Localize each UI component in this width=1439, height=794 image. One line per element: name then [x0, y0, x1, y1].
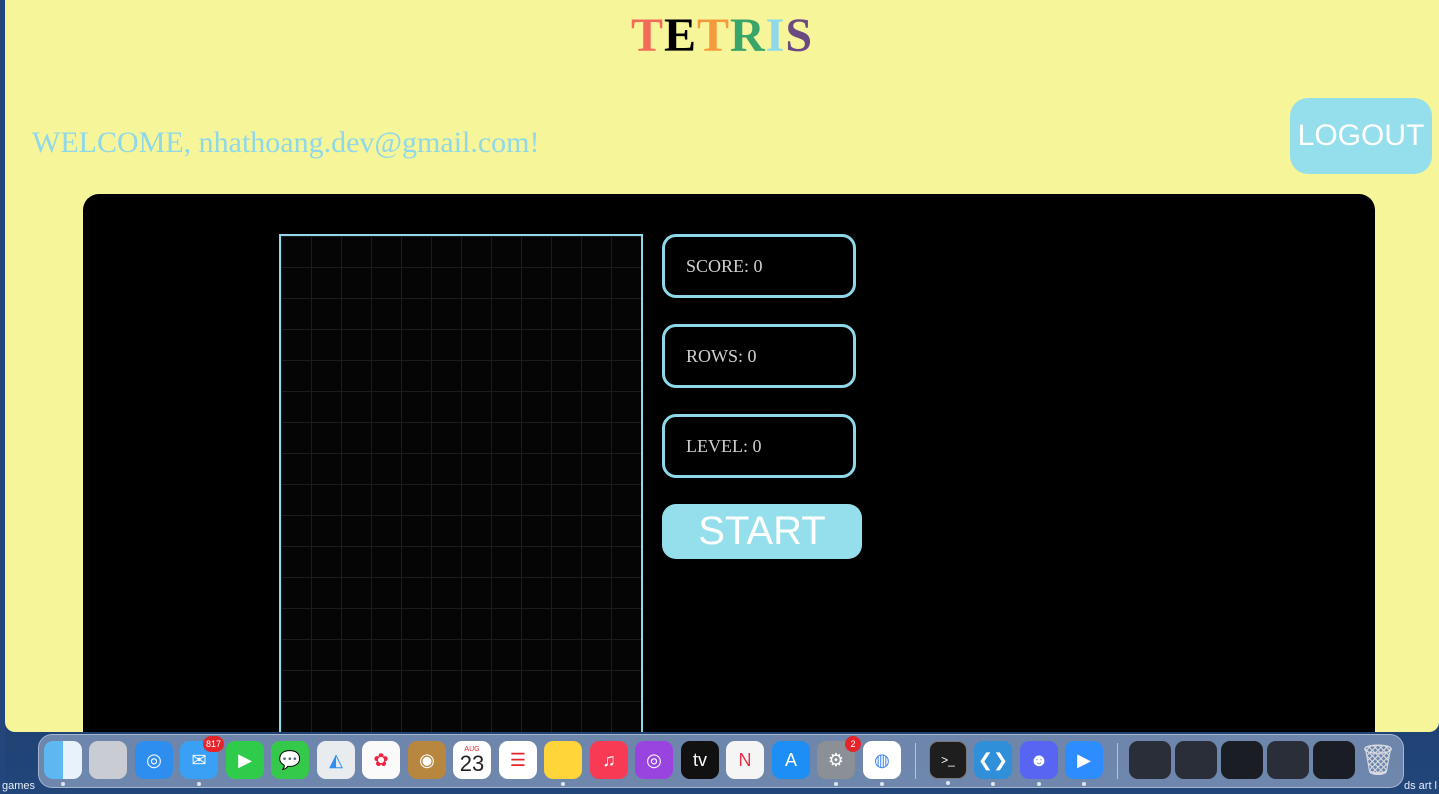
- running-indicator: [946, 781, 950, 785]
- dock-separator: [1117, 743, 1118, 779]
- title-letter: I: [765, 9, 786, 62]
- minimized-window-icon[interactable]: [1221, 741, 1263, 779]
- music-icon[interactable]: ♫: [590, 741, 628, 779]
- running-indicator: [834, 782, 838, 786]
- level-value: 0: [752, 435, 762, 456]
- title-letter: E: [663, 9, 697, 62]
- podcasts-icon[interactable]: ◎: [635, 741, 673, 779]
- title-letter: S: [785, 9, 814, 62]
- minimized-window-icon[interactable]: [1313, 741, 1355, 779]
- vscode-icon[interactable]: ❮❯: [974, 741, 1012, 786]
- finder-icon[interactable]: [44, 741, 82, 786]
- level-label: LEVEL:: [686, 435, 748, 456]
- chrome-icon[interactable]: ◍: [863, 741, 901, 786]
- news-icon[interactable]: N: [726, 741, 764, 779]
- launchpad-icon[interactable]: [89, 741, 127, 779]
- rows-display: ROWS: 0: [662, 324, 856, 388]
- running-indicator: [1037, 782, 1041, 786]
- running-indicator: [1082, 782, 1086, 786]
- settings-badge: 2: [845, 736, 861, 752]
- running-indicator: [61, 782, 65, 786]
- score-value: 0: [753, 255, 763, 276]
- settings-icon[interactable]: ⚙ 2: [817, 736, 861, 786]
- dock-separator: [915, 743, 916, 779]
- reminders-icon[interactable]: ☰: [499, 741, 537, 779]
- calendar-icon[interactable]: AUG 23: [453, 741, 491, 779]
- title-letter: T: [630, 9, 664, 62]
- appletv-icon[interactable]: tv: [681, 741, 719, 779]
- facetime-icon[interactable]: ▶: [226, 741, 264, 779]
- terminal-icon[interactable]: >_: [929, 741, 967, 785]
- safari-icon[interactable]: ◎: [135, 741, 173, 779]
- title-letter: R: [729, 9, 766, 62]
- trash-icon[interactable]: 🗑: [1359, 741, 1397, 779]
- appstore-icon[interactable]: A: [772, 741, 810, 779]
- minimized-window-icon[interactable]: [1175, 741, 1217, 779]
- title-letter: T: [696, 9, 730, 62]
- rows-value: 0: [747, 345, 757, 366]
- minimized-window-icon[interactable]: [1129, 741, 1171, 779]
- welcome-message: WELCOME, nhathoang.dev@gmail.com!: [32, 126, 540, 159]
- running-indicator: [197, 782, 201, 786]
- score-label: SCORE:: [686, 255, 750, 276]
- tetris-board[interactable]: [279, 234, 643, 732]
- desktop-label-right: ds art l: [1403, 780, 1437, 792]
- rows-label: ROWS:: [686, 345, 744, 366]
- running-indicator: [991, 782, 995, 786]
- running-indicator: [880, 782, 884, 786]
- photos-icon[interactable]: ✿: [362, 741, 400, 779]
- messages-icon[interactable]: 💬: [271, 741, 309, 779]
- page-title: TETRIS: [5, 8, 1439, 63]
- game-panel: SCORE: 0 ROWS: 0 LEVEL: 0 START: [83, 194, 1375, 732]
- notes-icon[interactable]: [544, 741, 582, 786]
- logout-button[interactable]: LOGOUT: [1290, 98, 1432, 174]
- mail-badge: 817: [202, 736, 224, 752]
- level-display: LEVEL: 0: [662, 414, 856, 478]
- start-button[interactable]: START: [662, 504, 862, 559]
- running-indicator: [561, 782, 565, 786]
- desktop-label-left: games: [2, 780, 36, 792]
- mail-icon[interactable]: ✉ 817: [180, 736, 224, 786]
- browser-page: TETRIS WELCOME, nhathoang.dev@gmail.com!…: [5, 0, 1439, 732]
- discord-icon[interactable]: ☻: [1020, 741, 1058, 786]
- minimized-window-icon[interactable]: [1267, 741, 1309, 779]
- score-display: SCORE: 0: [662, 234, 856, 298]
- calendar-day: 23: [459, 750, 485, 776]
- zoom-icon[interactable]: ▶: [1065, 741, 1103, 786]
- contacts-icon[interactable]: ◉: [408, 741, 446, 779]
- dock: ◎ ✉ 817 ▶ 💬 ◭ ✿ ◉ AUG 23 ☰ ♫ ◎ tv N A ⚙ 2 …: [38, 734, 1404, 788]
- maps-icon[interactable]: ◭: [317, 741, 355, 779]
